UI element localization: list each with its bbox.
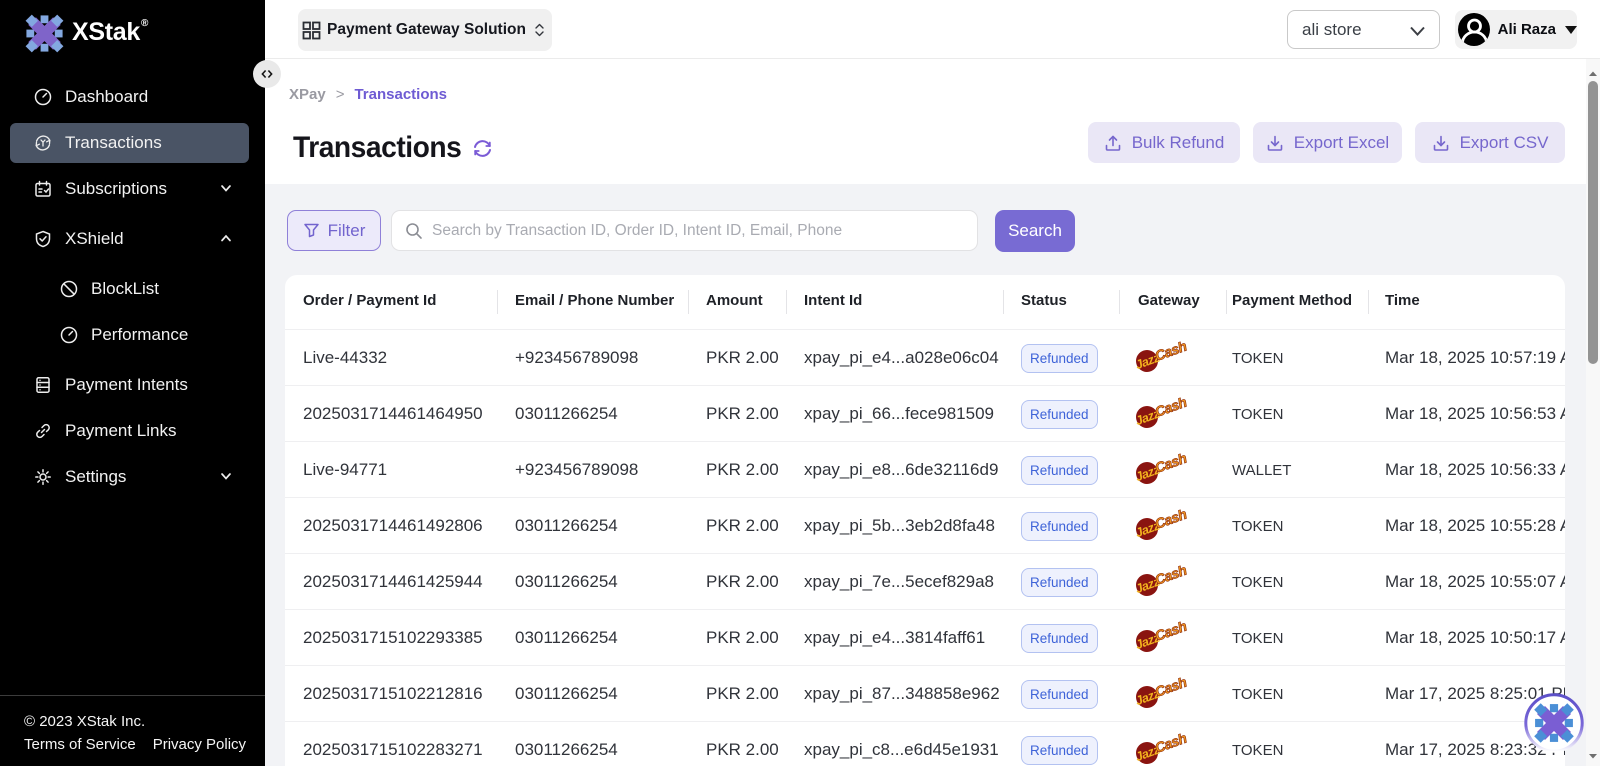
svg-text:Cash: Cash	[1153, 619, 1189, 644]
svg-text:Cash: Cash	[1153, 395, 1189, 420]
svg-text:Cash: Cash	[1153, 451, 1189, 476]
svg-text:Cash: Cash	[1153, 507, 1189, 532]
svg-text:Cash: Cash	[1153, 731, 1189, 756]
svg-text:Cash: Cash	[1153, 563, 1189, 588]
svg-text:Cash: Cash	[1153, 339, 1189, 364]
svg-text:Cash: Cash	[1153, 675, 1189, 700]
